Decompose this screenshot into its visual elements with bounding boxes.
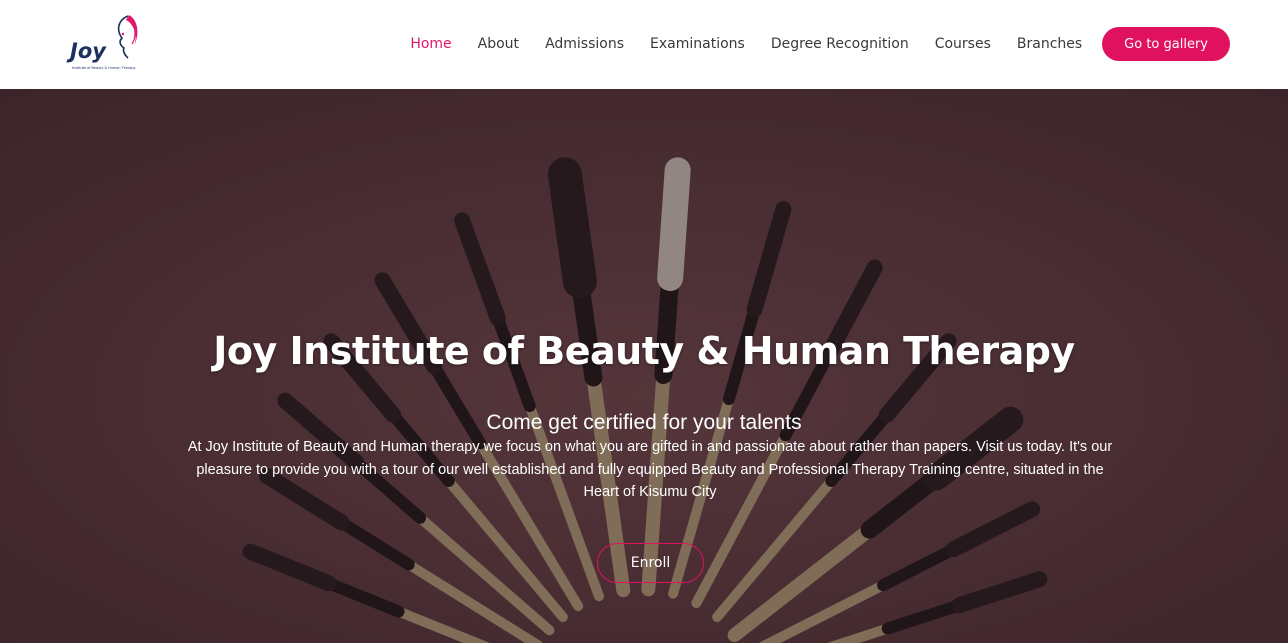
nav-admissions[interactable]: Admissions [545, 27, 624, 61]
site-logo[interactable]: Joy Institute of Beauty & Human Therapy [66, 12, 146, 72]
nav-branches[interactable]: Branches [1017, 27, 1082, 61]
nav-degree-recognition[interactable]: Degree Recognition [771, 27, 909, 61]
hero-description: At Joy Institute of Beauty and Human the… [187, 439, 1113, 500]
hero-content: Joy Institute of Beauty & Human Therapy … [0, 89, 1288, 643]
nav-home[interactable]: Home [410, 27, 451, 61]
hero-section: Joy Institute of Beauty & Human Therapy … [0, 89, 1288, 643]
go-to-gallery-button[interactable]: Go to gallery [1102, 27, 1230, 61]
main-nav: Home About Admissions Examinations Degre… [410, 27, 1230, 61]
svg-text:Institute of Beauty & Human Th: Institute of Beauty & Human Therapy [72, 66, 136, 70]
nav-courses[interactable]: Courses [935, 27, 991, 61]
svg-text:Joy: Joy [66, 39, 107, 63]
nav-examinations[interactable]: Examinations [650, 27, 745, 61]
site-header: Joy Institute of Beauty & Human Therapy … [0, 0, 1288, 89]
nav-about[interactable]: About [478, 27, 519, 61]
enroll-button[interactable]: Enroll [597, 543, 704, 583]
logo-graphic: Joy Institute of Beauty & Human Therapy [66, 15, 138, 70]
hero-subtitle: Come get certified for your talents [486, 411, 802, 434]
hero-title: Joy Institute of Beauty & Human Therapy [213, 329, 1075, 373]
